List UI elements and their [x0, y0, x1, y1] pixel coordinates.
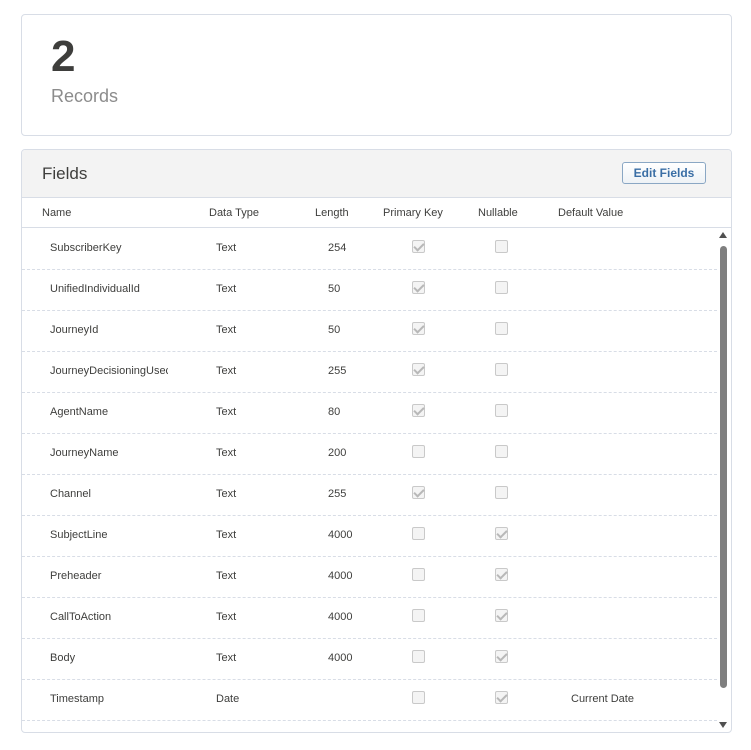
- nullable-checkbox: [495, 363, 508, 376]
- table-row[interactable]: AgentName Text 80: [22, 393, 717, 434]
- column-header-nullable[interactable]: Nullable: [478, 207, 518, 219]
- field-length: 255: [328, 488, 347, 500]
- primary-key-checkbox: [412, 322, 425, 335]
- field-name: JourneyDecisioningUsec: [50, 365, 168, 377]
- field-name: Preheader: [50, 570, 102, 582]
- table-row[interactable]: SubscriberKey Text 254: [22, 229, 717, 270]
- field-data-type: Date: [216, 693, 240, 705]
- field-data-type: Text: [216, 611, 237, 623]
- field-data-type: Text: [216, 447, 237, 459]
- primary-key-checkbox: [412, 240, 425, 253]
- field-length: 80: [328, 406, 341, 418]
- field-data-type: Text: [216, 529, 237, 541]
- table-row[interactable]: JourneyId Text 50: [22, 311, 717, 352]
- field-name: SubjectLine: [50, 529, 108, 541]
- field-length: 200: [328, 447, 347, 459]
- scroll-down-arrow-icon[interactable]: [719, 722, 727, 728]
- column-header-name[interactable]: Name: [42, 207, 71, 219]
- scroll-up-arrow-icon[interactable]: [719, 232, 727, 238]
- fields-table-body: SubscriberKey Text 254 UnifiedIndividualId T…: [22, 229, 717, 732]
- field-length: 4000: [328, 570, 353, 582]
- table-row[interactable]: Timestamp Date Current Date: [22, 680, 717, 721]
- vertical-scrollbar[interactable]: [718, 230, 728, 730]
- column-header-primary-key[interactable]: Primary Key: [383, 207, 443, 219]
- nullable-checkbox: [495, 691, 508, 704]
- column-header-data-type[interactable]: Data Type: [209, 207, 259, 219]
- nullable-checkbox: [495, 240, 508, 253]
- field-data-type: Text: [216, 570, 237, 582]
- primary-key-checkbox: [412, 404, 425, 417]
- field-name: CallToAction: [50, 611, 112, 623]
- field-name: Timestamp: [50, 693, 104, 705]
- field-default-value: Current Date: [571, 693, 634, 705]
- table-row[interactable]: Body Text 4000: [22, 639, 717, 680]
- nullable-checkbox: [495, 445, 508, 458]
- field-name: UnifiedIndividualId: [50, 283, 140, 295]
- field-length: 4000: [328, 611, 353, 623]
- column-header-row: Name Data Type Length Primary Key Nullab…: [22, 198, 731, 228]
- nullable-checkbox: [495, 527, 508, 540]
- field-data-type: Text: [216, 283, 237, 295]
- nullable-checkbox: [495, 404, 508, 417]
- table-row[interactable]: JourneyName Text 200: [22, 434, 717, 475]
- column-header-default-value[interactable]: Default Value: [558, 207, 623, 219]
- primary-key-checkbox: [412, 445, 425, 458]
- primary-key-checkbox: [412, 691, 425, 704]
- records-count: 2: [51, 32, 76, 81]
- field-length: 50: [328, 324, 341, 336]
- fields-panel-header: Fields Edit Fields: [22, 150, 731, 198]
- scroll-thumb[interactable]: [720, 246, 727, 688]
- primary-key-checkbox: [412, 609, 425, 622]
- field-length: 254: [328, 242, 347, 254]
- field-data-type: Text: [216, 365, 237, 377]
- primary-key-checkbox: [412, 363, 425, 376]
- nullable-checkbox: [495, 486, 508, 499]
- primary-key-checkbox: [412, 568, 425, 581]
- table-row[interactable]: JourneyDecisioningUsec Text 255: [22, 352, 717, 393]
- table-row[interactable]: Channel Text 255: [22, 475, 717, 516]
- field-data-type: Text: [216, 242, 237, 254]
- field-name: JourneyName: [50, 447, 119, 459]
- nullable-checkbox: [495, 650, 508, 663]
- records-summary-card: 2 Records: [21, 14, 732, 136]
- field-name: Channel: [50, 488, 91, 500]
- fields-title: Fields: [42, 164, 88, 183]
- nullable-checkbox: [495, 609, 508, 622]
- field-name: AgentName: [50, 406, 109, 418]
- field-data-type: Text: [216, 406, 237, 418]
- field-length: 50: [328, 283, 341, 295]
- field-length: 4000: [328, 529, 353, 541]
- field-data-type: Text: [216, 488, 237, 500]
- table-row[interactable]: CallToAction Text 4000: [22, 598, 717, 639]
- column-header-length[interactable]: Length: [315, 207, 349, 219]
- fields-panel: Fields Edit Fields Name Data Type Length…: [21, 149, 732, 733]
- primary-key-checkbox: [412, 281, 425, 294]
- field-length: 4000: [328, 652, 353, 664]
- table-row[interactable]: Preheader Text 4000: [22, 557, 717, 598]
- nullable-checkbox: [495, 281, 508, 294]
- field-data-type: Text: [216, 652, 237, 664]
- field-length: 255: [328, 365, 347, 377]
- primary-key-checkbox: [412, 486, 425, 499]
- records-label: Records: [51, 86, 119, 106]
- table-row[interactable]: SubjectLine Text 4000: [22, 516, 717, 557]
- field-name: Body: [50, 652, 76, 664]
- nullable-checkbox: [495, 568, 508, 581]
- primary-key-checkbox: [412, 650, 425, 663]
- nullable-checkbox: [495, 322, 508, 335]
- field-data-type: Text: [216, 324, 237, 336]
- field-name: JourneyId: [50, 324, 99, 336]
- table-row[interactable]: UnifiedIndividualId Text 50: [22, 270, 717, 311]
- field-name: SubscriberKey: [50, 242, 122, 254]
- primary-key-checkbox: [412, 527, 425, 540]
- edit-fields-button[interactable]: Edit Fields: [622, 162, 706, 184]
